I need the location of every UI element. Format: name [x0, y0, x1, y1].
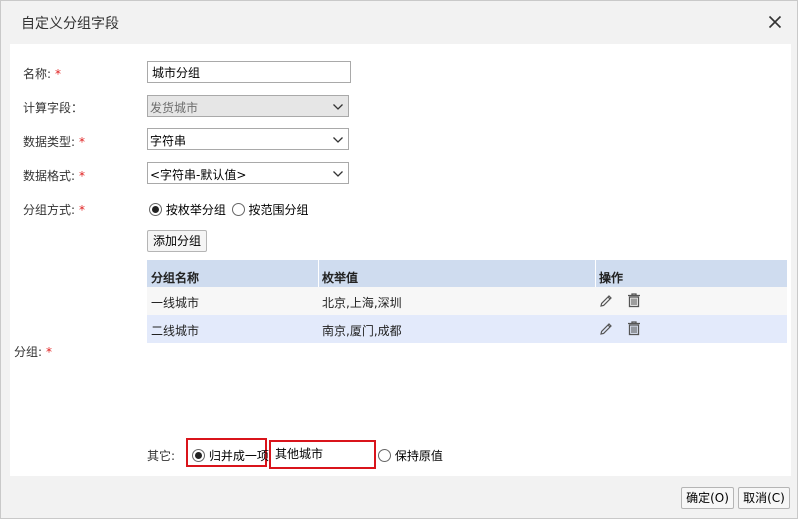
- ok-button[interactable]: 确定(O): [681, 487, 734, 509]
- column-divider: [595, 260, 596, 287]
- data-type-select[interactable]: 字符串: [147, 128, 349, 150]
- chevron-down-icon: [333, 137, 343, 143]
- name-input[interactable]: [147, 61, 351, 83]
- calc-field-label: 计算字段：: [23, 101, 84, 115]
- group-name-cell: 一线城市: [151, 296, 200, 310]
- radio-range[interactable]: 按范围分组: [231, 203, 309, 217]
- chevron-down-icon: [333, 171, 343, 177]
- cancel-button[interactable]: 取消(C): [738, 487, 790, 509]
- group-method-radios: 按枚举分组 按范围分组: [149, 201, 309, 218]
- name-label: 名称: *: [23, 67, 62, 81]
- groups-label: 分组: *: [14, 345, 53, 359]
- table-row[interactable]: 一线城市 北京,上海,深圳: [147, 287, 787, 315]
- radio-enum[interactable]: 按枚举分组: [149, 203, 226, 217]
- chevron-down-icon: [333, 104, 343, 110]
- data-type-label: 数据类型: *: [23, 135, 86, 149]
- custom-group-field-dialog: 自定义分组字段 名称:* 计算字段： 发货城市 数据类型:* 字符串 数据格式:…: [0, 0, 798, 519]
- add-group-button[interactable]: 添加分组: [147, 230, 207, 252]
- delete-icon[interactable]: [626, 292, 642, 308]
- data-format-label: 数据格式: *: [23, 169, 86, 183]
- close-icon[interactable]: [763, 10, 787, 34]
- title-bar: 自定义分组字段: [1, 1, 797, 43]
- radio-button[interactable]: [231, 203, 245, 216]
- radio-merge[interactable]: 归并成一项: [192, 447, 269, 464]
- data-format-select[interactable]: <字符串-默认值>: [147, 162, 349, 184]
- edit-icon[interactable]: [598, 293, 614, 309]
- merge-value-input[interactable]: [271, 442, 374, 465]
- radio-button[interactable]: [192, 449, 205, 462]
- radio-button[interactable]: [378, 449, 391, 462]
- table-header: 分组名称 枚举值 操作: [147, 260, 787, 287]
- table-row[interactable]: 二线城市 南京,厦门,成都: [147, 315, 787, 343]
- form-panel: 名称:* 计算字段： 发货城市 数据类型:* 字符串 数据格式:* <字符串-默…: [10, 44, 791, 476]
- radio-keep-original[interactable]: 保持原值: [378, 447, 443, 464]
- group-values-cell: 南京,厦门,成都: [322, 324, 402, 338]
- calc-field-select[interactable]: 发货城市: [147, 95, 349, 117]
- radio-button[interactable]: [149, 203, 162, 216]
- delete-icon[interactable]: [626, 320, 642, 336]
- dialog-title: 自定义分组字段: [21, 16, 119, 32]
- column-header: 枚举值: [322, 271, 359, 285]
- groups-table: 分组名称 枚举值 操作 一线城市 北京,上海,深圳 二线城市 南京,厦门,成都: [147, 260, 787, 343]
- group-values-cell: 北京,上海,深圳: [322, 296, 402, 310]
- other-label: 其它:: [147, 449, 176, 463]
- column-divider: [318, 260, 319, 287]
- edit-icon[interactable]: [598, 321, 614, 337]
- group-name-cell: 二线城市: [151, 324, 200, 338]
- column-header: 操作: [599, 271, 624, 285]
- column-header: 分组名称: [151, 271, 200, 285]
- group-method-label: 分组方式: *: [23, 203, 86, 217]
